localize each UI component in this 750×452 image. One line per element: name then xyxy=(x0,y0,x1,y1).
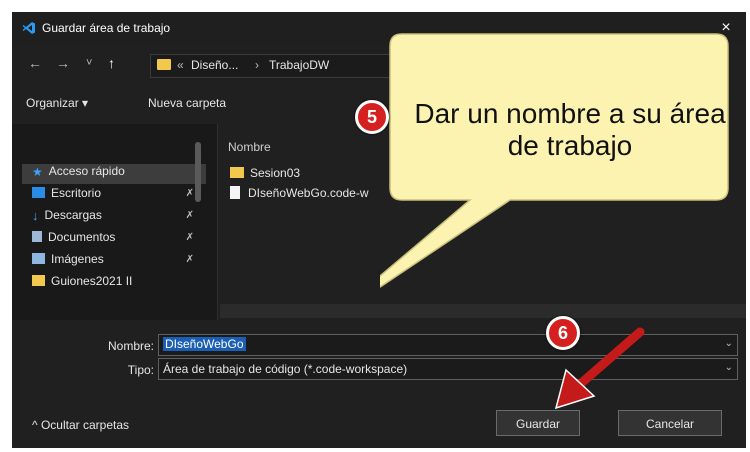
arrow-annotation xyxy=(554,327,645,410)
arrow-shaft xyxy=(573,327,645,391)
